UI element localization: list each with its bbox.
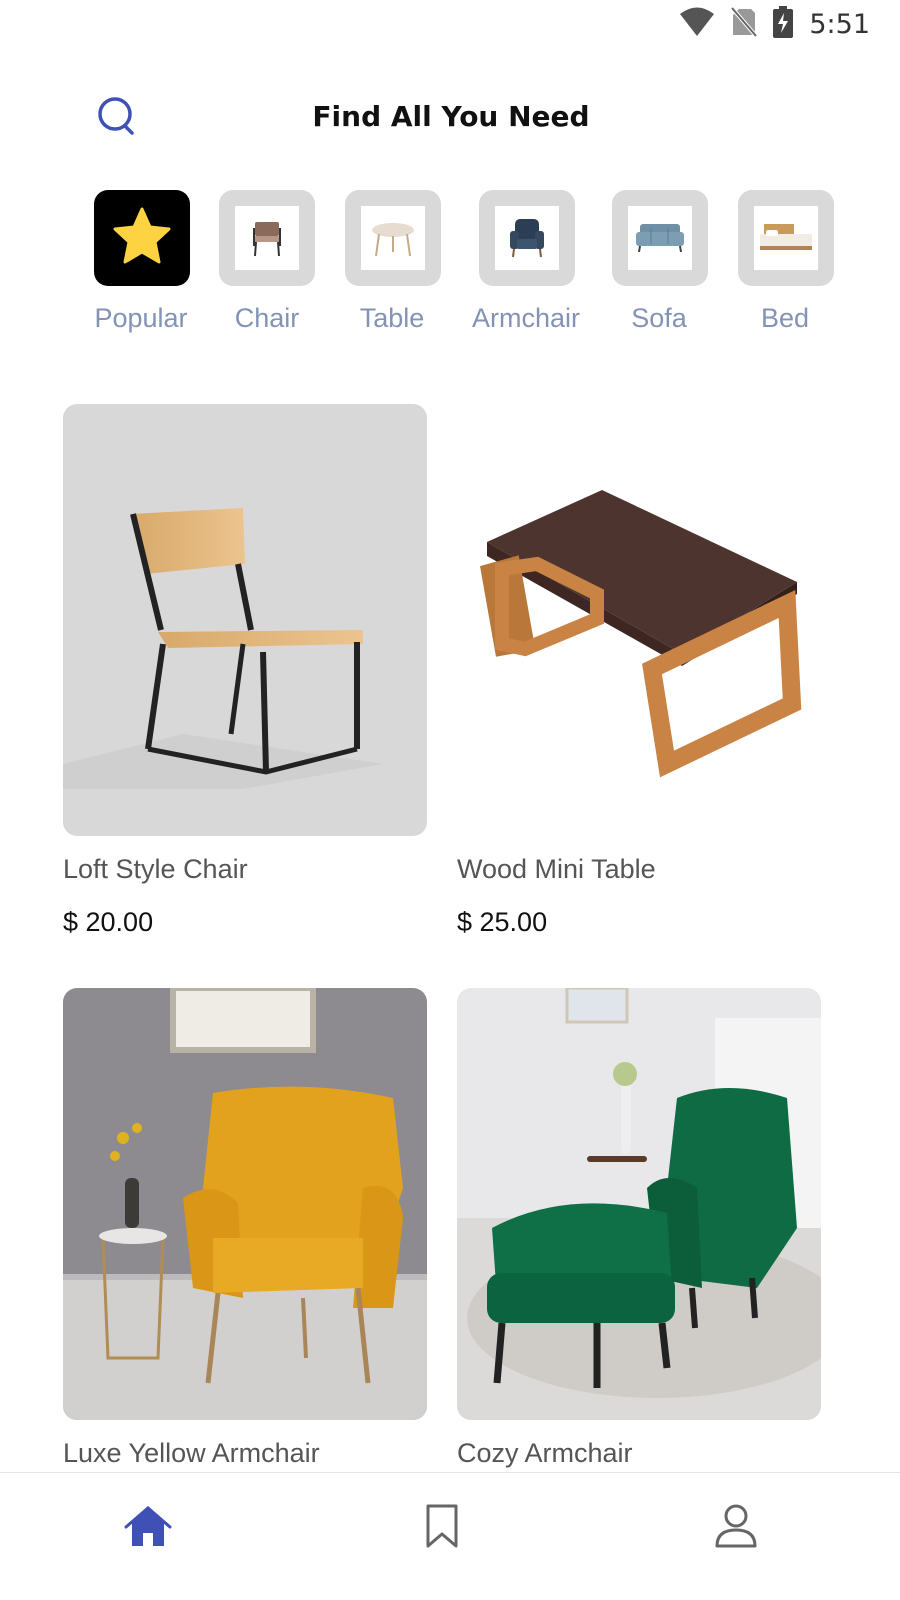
profile-icon [714, 1502, 758, 1555]
product-name: Wood Mini Table [457, 854, 656, 884]
product-price: $ 20.00 [63, 907, 154, 937]
category-label: Sofa [631, 303, 687, 333]
product-image [63, 404, 427, 836]
product-name: Cozy Armchair [457, 1438, 633, 1468]
bottom-navigation [0, 1472, 900, 1600]
category-armchair[interactable]: Armchair [461, 190, 591, 340]
nav-profile[interactable] [701, 1493, 771, 1563]
category-label: Popular [94, 303, 188, 333]
product-price: $ 25.00 [457, 907, 548, 937]
nav-home[interactable] [113, 1493, 183, 1563]
category-tile [612, 190, 708, 286]
product-name: Luxe Yellow Armchair [63, 1438, 320, 1468]
sofa-thumbnail [628, 206, 692, 270]
product-name: Loft Style Chair [63, 854, 248, 884]
category-tile [479, 190, 575, 286]
category-bed[interactable]: Bed [720, 190, 850, 340]
category-label: Table [359, 303, 425, 333]
battery-charging-icon [773, 5, 794, 43]
status-bar: 5:51 [0, 0, 900, 50]
product-image [63, 988, 427, 1420]
product-image [457, 404, 821, 836]
category-label: Armchair [471, 303, 580, 333]
category-tile [94, 190, 190, 286]
product-card[interactable]: Luxe Yellow Armchair [63, 988, 427, 1468]
star-icon [112, 207, 172, 270]
product-card[interactable]: Cozy Armchair [457, 988, 821, 1468]
page-title: Find All You Need [312, 100, 590, 133]
table-thumbnail [361, 206, 425, 270]
category-tile [345, 190, 441, 286]
nav-bookmarks[interactable] [407, 1493, 477, 1563]
status-icons: 5:51 [679, 5, 870, 43]
home-icon [124, 1502, 172, 1555]
bed-thumbnail [754, 206, 818, 270]
product-card[interactable]: Wood Mini Table $ 25.00 [457, 404, 821, 937]
category-table[interactable]: Table [327, 190, 457, 340]
chair-thumbnail [235, 206, 299, 270]
category-tile [219, 190, 315, 286]
product-image [457, 988, 821, 1420]
wifi-icon [679, 7, 715, 42]
category-label: Chair [234, 303, 300, 333]
status-time: 5:51 [809, 8, 870, 40]
category-bar: Popular Chair Table Armchair Sofa Bed [0, 190, 900, 350]
category-sofa[interactable]: Sofa [594, 190, 724, 340]
no-sim-icon [730, 6, 758, 42]
category-popular[interactable]: Popular [76, 190, 206, 340]
armchair-thumbnail [495, 206, 559, 270]
bookmark-icon [422, 1502, 462, 1555]
category-chair[interactable]: Chair [202, 190, 332, 340]
category-label: Bed [760, 303, 810, 333]
product-card[interactable]: Loft Style Chair $ 20.00 [63, 404, 427, 937]
category-tile [738, 190, 834, 286]
